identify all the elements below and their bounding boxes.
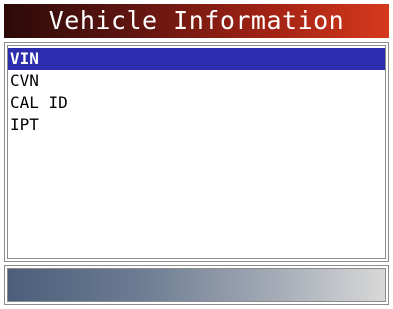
- status-bar-frame: [4, 265, 389, 305]
- menu-item-ipt[interactable]: IPT: [8, 114, 385, 136]
- status-bar: [7, 268, 386, 302]
- menu-item-vin[interactable]: VIN: [8, 48, 385, 70]
- page-title: Vehicle Information: [4, 4, 389, 38]
- menu-item-cvn[interactable]: CVN: [8, 70, 385, 92]
- menu-item-cal-id[interactable]: CAL ID: [8, 92, 385, 114]
- menu-list: VIN CVN CAL ID IPT: [7, 45, 386, 259]
- scan-tool-screen: Vehicle Information VIN CVN CAL ID IPT: [0, 0, 393, 309]
- menu-list-frame: VIN CVN CAL ID IPT: [4, 42, 389, 262]
